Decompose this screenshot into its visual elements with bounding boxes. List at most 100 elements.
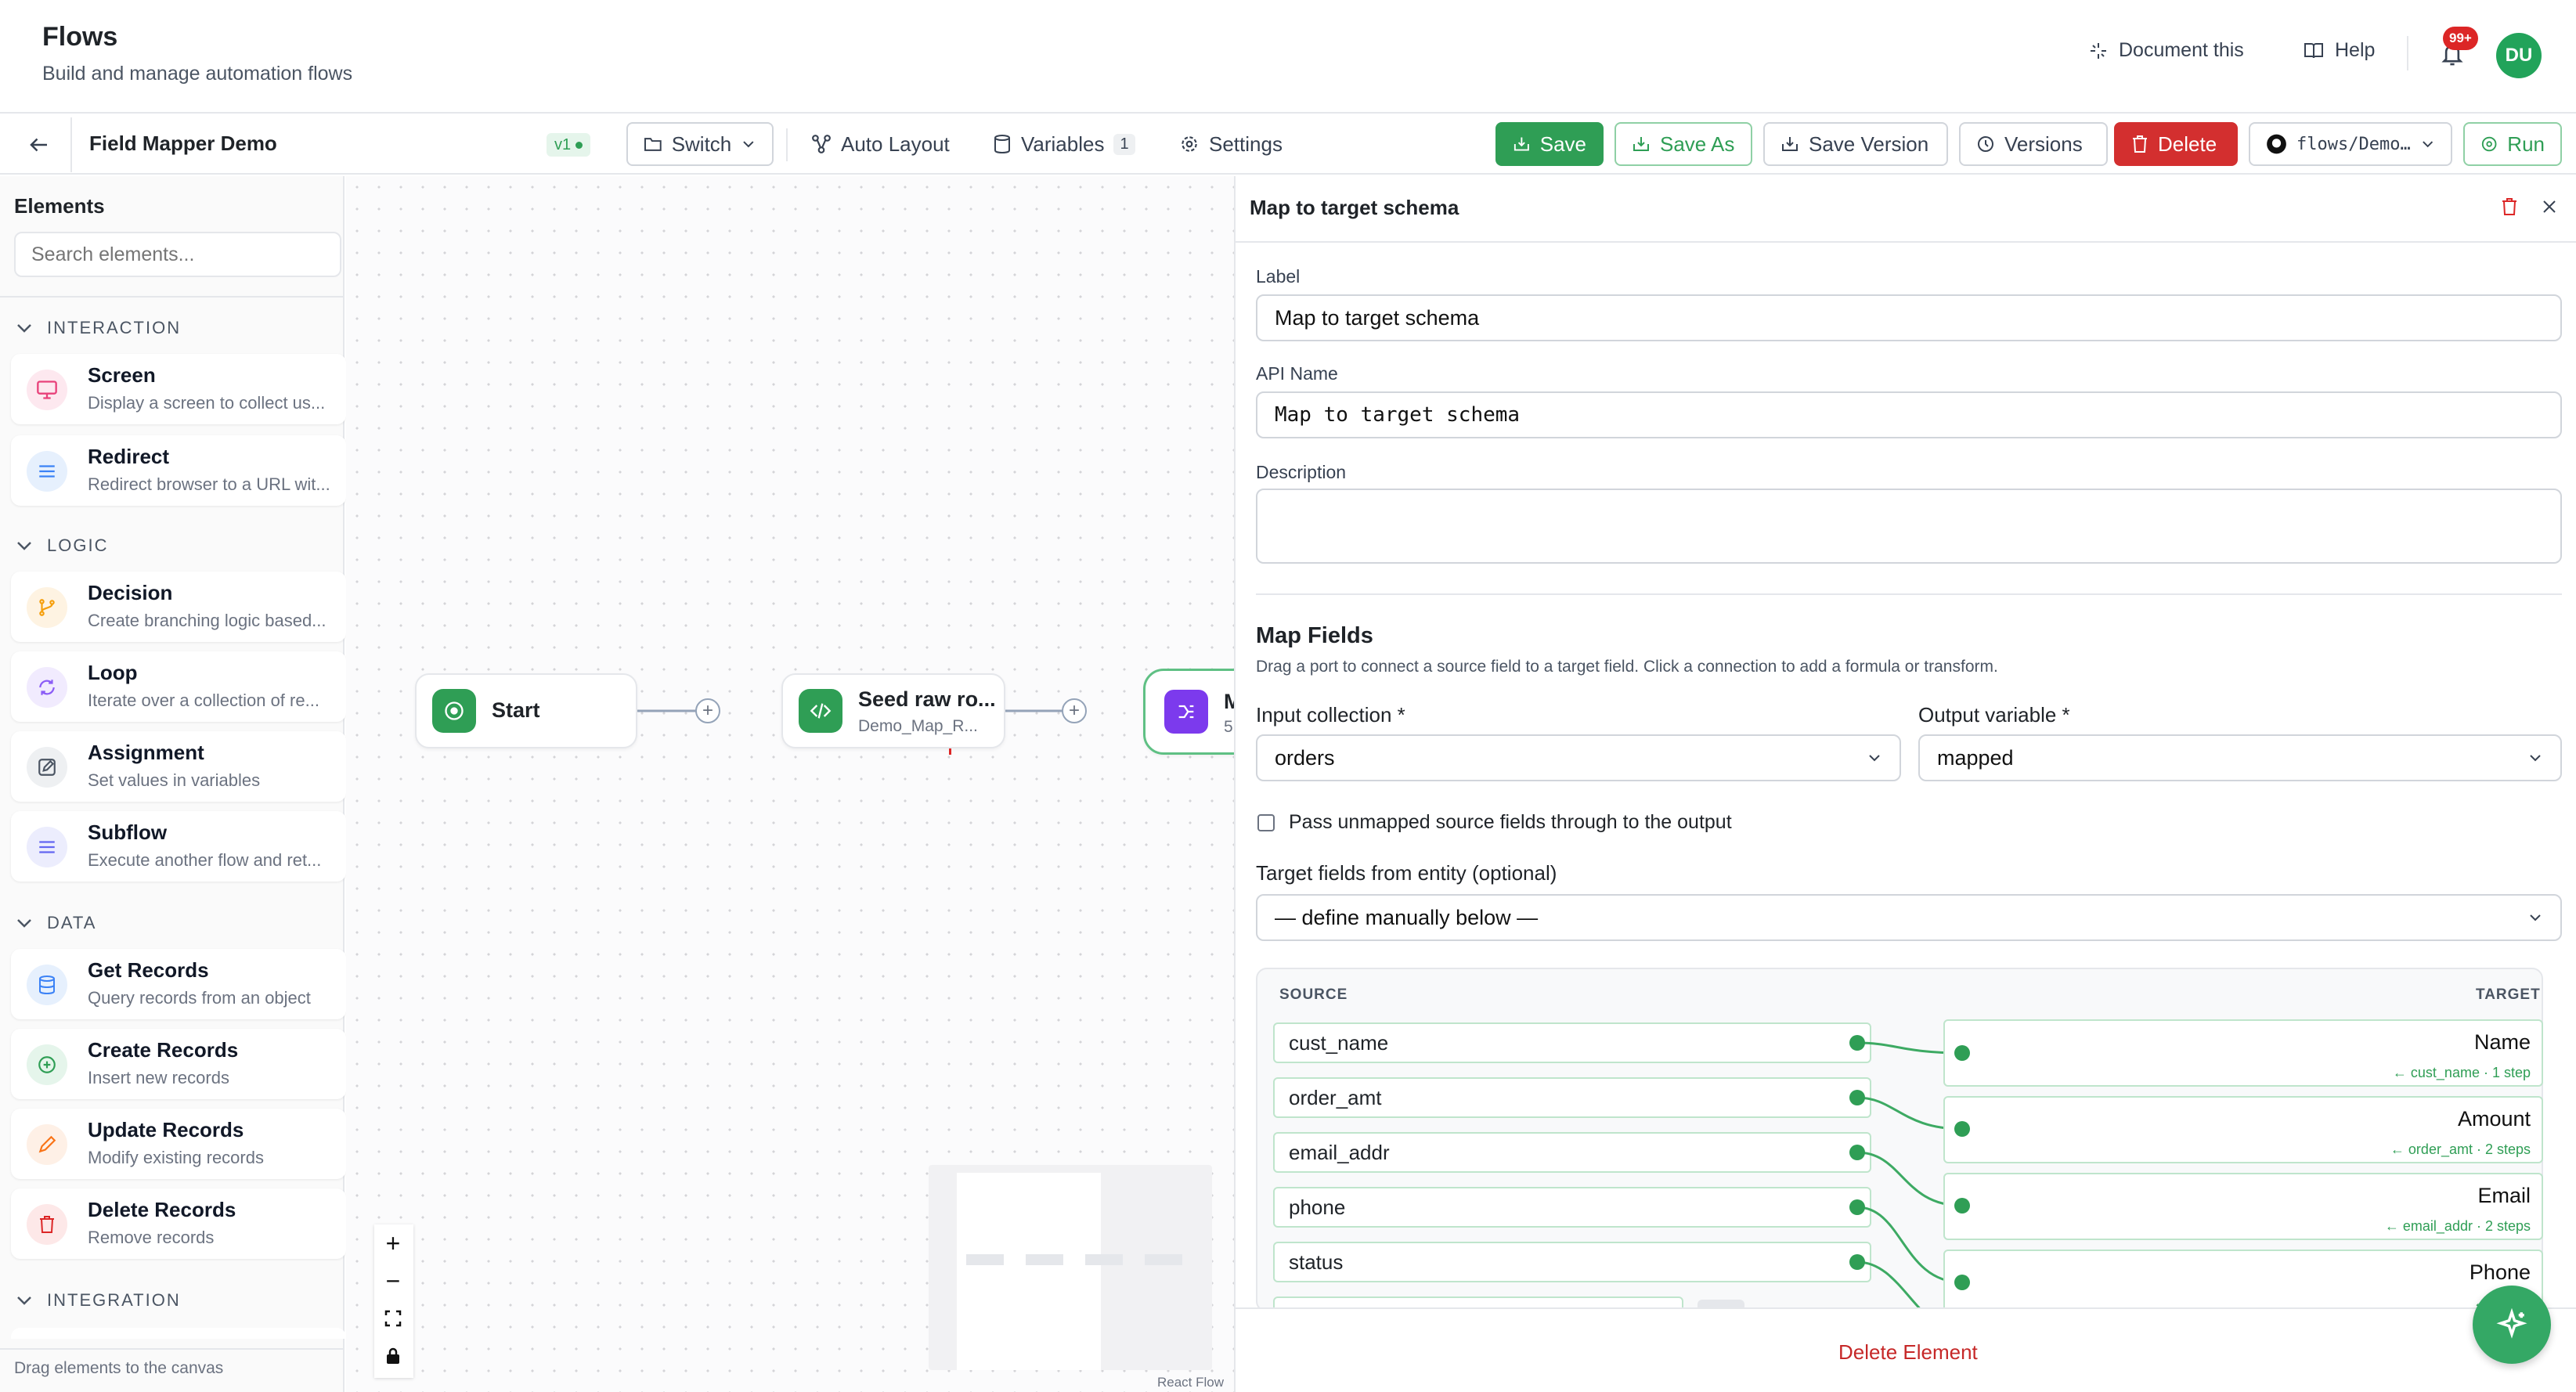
element-decision[interactable]: Decision Create branching logic based... [11,572,346,642]
run-button[interactable]: Run [2463,122,2562,166]
api-name-input[interactable]: Map to target schema [1256,391,2562,438]
label-input[interactable]: Map to target schema [1256,294,2562,341]
target-field[interactable]: Phone ← phone [1943,1250,2543,1312]
branch-icon [27,587,67,628]
source-field[interactable]: email_addr [1273,1132,1871,1173]
close-panel-button[interactable] [2542,199,2557,218]
element-delete-records[interactable]: Delete Records Remove records [11,1188,346,1259]
passthrough-option[interactable]: Pass unmapped source fields through to t… [1257,811,1732,834]
target-entity-select[interactable]: — define manually below — [1256,894,2562,941]
element-update-records[interactable]: Update Records Modify existing records [11,1109,346,1179]
source-field[interactable]: status [1273,1242,1871,1282]
element-subflow[interactable]: Subflow Execute another flow and ret... [11,811,346,882]
source-port[interactable] [1849,1090,1865,1105]
output-variable-caption: Output variable * [1918,703,2070,727]
switch-button[interactable]: Switch [626,122,774,166]
delete-node-button[interactable] [2501,197,2518,220]
source-port[interactable] [1849,1254,1865,1270]
label-caption: Label [1256,266,1301,287]
settings-button[interactable]: Settings [1179,122,1283,166]
map-fields-hint: Drag a port to connect a source field to… [1256,658,1998,676]
page-title: Flows [42,22,118,52]
back-arrow-icon[interactable] [27,133,52,160]
sparkle-icon [2496,1308,2527,1339]
fit-view-icon [384,1310,402,1327]
section-integration[interactable]: INTEGRATION [16,1290,181,1311]
repo-selector[interactable]: flows/Demo… [2249,122,2452,166]
minimap-node [1145,1254,1182,1265]
trash-icon [2502,198,2516,215]
versions-button[interactable]: Versions [1959,122,2108,166]
seed-node[interactable]: Seed raw ro... Demo_Map_R... [781,673,1005,748]
save-as-icon [1633,137,1649,151]
section-logic[interactable]: LOGIC [16,536,108,556]
element-create-records[interactable]: Create Records Insert new records [11,1029,346,1099]
source-field[interactable]: order_amt [1273,1077,1871,1118]
avatar[interactable]: DU [2496,33,2542,78]
entity-caption: Target fields from entity (optional) [1256,861,1557,885]
zoom-in-button[interactable]: + [374,1226,412,1260]
element-assignment[interactable]: Assignment Set values in variables [11,731,346,802]
auto-layout-button[interactable]: Auto Layout [811,122,950,166]
status-dot [575,141,583,149]
source-port[interactable] [1849,1035,1865,1051]
passthrough-checkbox[interactable] [1257,813,1275,831]
section-data[interactable]: DATA [16,913,96,933]
panel-title: Map to target schema [1250,196,1459,219]
minimap-node [966,1254,1004,1265]
delete-button[interactable]: Delete [2114,122,2238,166]
input-collection-select[interactable]: orders [1256,734,1901,781]
target-header: TARGET [2476,986,2541,1003]
source-port[interactable] [1849,1145,1865,1160]
document-this-button[interactable]: Document this [2089,39,2244,62]
section-interaction[interactable]: INTERACTION [16,318,181,338]
github-icon [2267,134,2286,154]
chevron-down-icon [2530,755,2541,762]
target-field[interactable]: Name ← cust_name · 1 step [1943,1019,2543,1087]
add-step-button[interactable]: + [695,698,720,723]
element-redirect[interactable]: Redirect Redirect browser to a URL wit..… [11,435,346,506]
target-port[interactable] [1954,1045,1970,1061]
source-field[interactable]: cust_name [1273,1022,1871,1063]
target-field[interactable]: Email ← email_addr · 2 steps [1943,1173,2543,1240]
lock-icon [387,1347,399,1364]
chevron-down-icon [17,1296,31,1305]
save-as-button[interactable]: Save As [1615,122,1752,166]
toolbar-divider [786,128,788,161]
save-version-button[interactable]: Save Version [1763,122,1948,166]
element-loop[interactable]: Loop Iterate over a collection of re... [11,651,346,722]
play-circle-icon [2481,136,2497,152]
book-icon [2304,42,2323,58]
sidebar-footer: Drag elements to the canvas [14,1359,224,1377]
start-node[interactable]: Start [415,673,637,748]
add-step-button[interactable]: + [1062,698,1087,723]
delete-element-button[interactable]: Delete Element [1838,1340,1978,1365]
chevron-down-icon [17,919,31,928]
source-field[interactable]: phone [1273,1187,1871,1228]
ai-assistant-button[interactable] [2473,1286,2551,1364]
variables-button[interactable]: Variables 1 [993,122,1135,166]
database-icon [27,965,67,1005]
code-icon [799,689,842,733]
target-field[interactable]: Amount ← order_amt · 2 steps [1943,1096,2543,1163]
map-fields-title: Map Fields [1256,623,1373,648]
react-flow-attribution[interactable]: React Flow [1157,1375,1224,1390]
description-textarea[interactable] [1256,489,2562,564]
element-search-input[interactable] [14,232,341,277]
element-screen[interactable]: Screen Display a screen to collect us... [11,354,346,424]
help-button[interactable]: Help [2304,39,2375,62]
minus-icon: − [385,1266,401,1295]
target-port[interactable] [1954,1275,1970,1290]
lock-button[interactable] [374,1339,412,1373]
fit-view-button[interactable] [374,1301,412,1336]
output-variable-select[interactable]: mapped [1918,734,2562,781]
target-port[interactable] [1954,1121,1970,1137]
element-get-records[interactable]: Get Records Query records from an object [11,949,346,1019]
zoom-out-button[interactable]: − [374,1264,412,1298]
panel-divider [1236,241,2576,243]
source-port[interactable] [1849,1199,1865,1215]
sidebar-divider [0,296,345,298]
save-button[interactable]: Save [1495,122,1604,166]
target-port[interactable] [1954,1198,1970,1213]
minimap-viewport [957,1173,1101,1370]
